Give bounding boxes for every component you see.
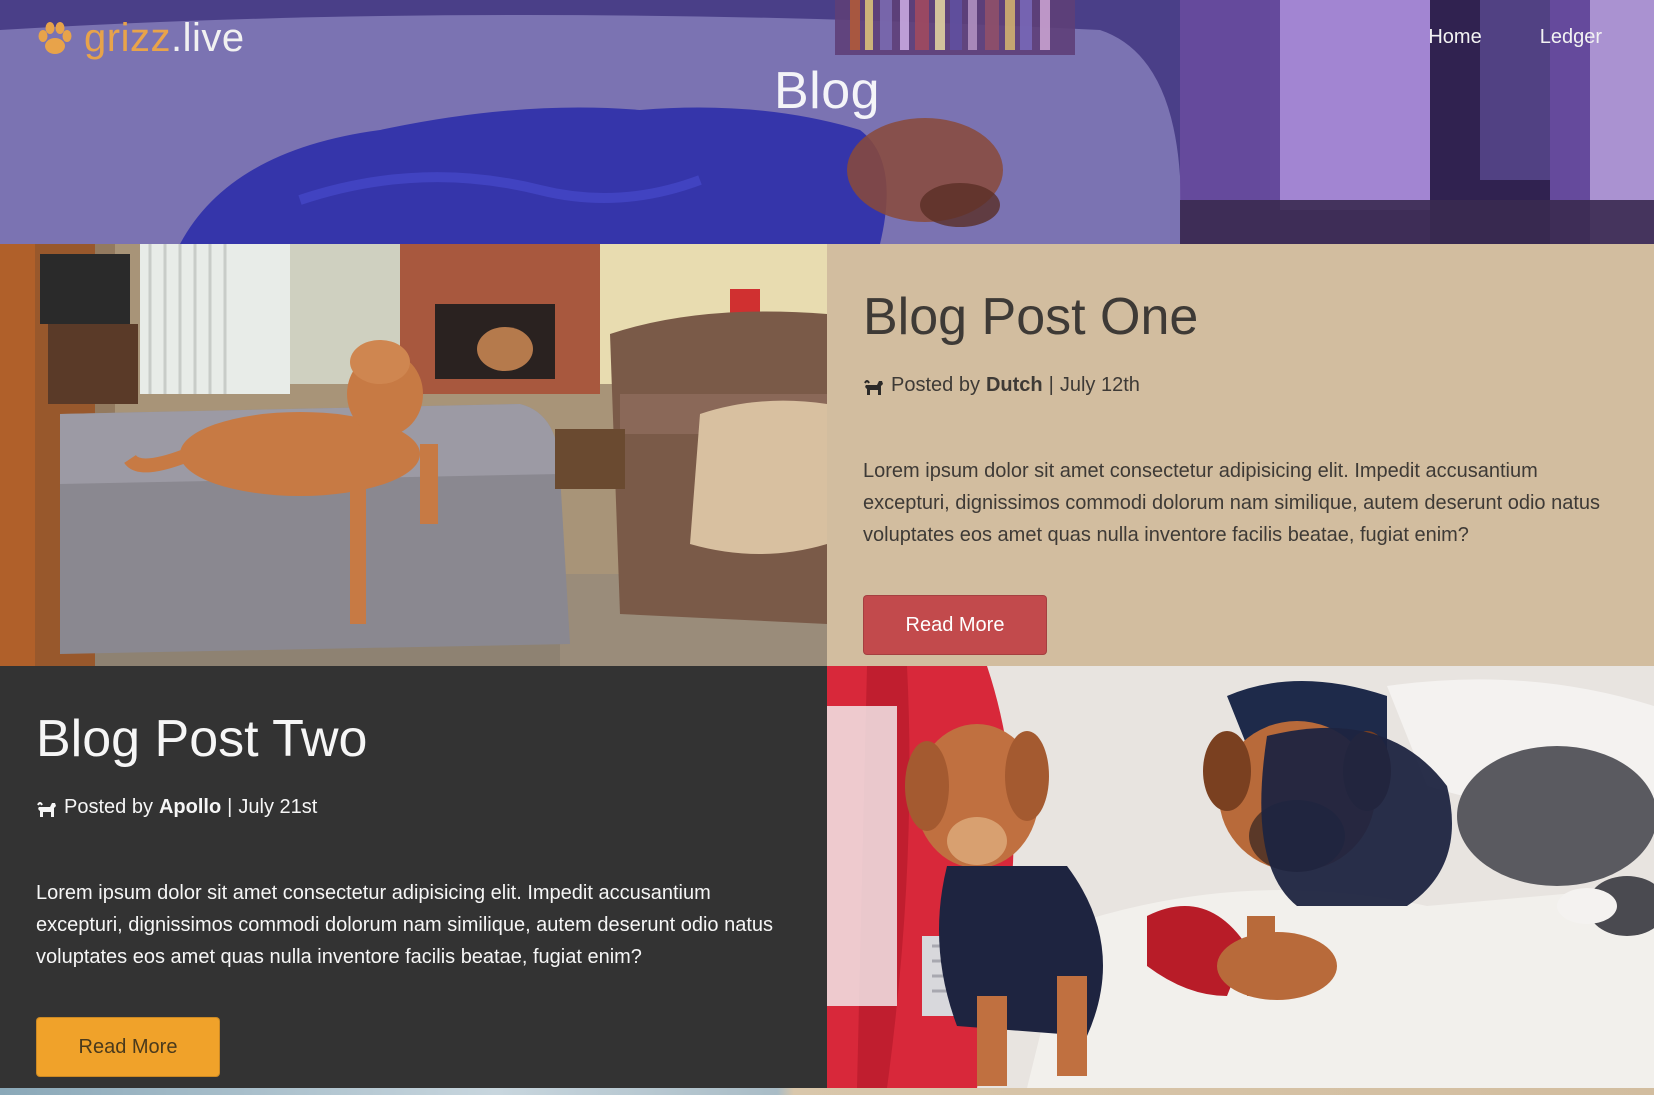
post-two-photo [827,666,1654,1088]
page-title: Blog [773,61,881,120]
post-row-2: Blog Post Two Posted by Apollo | July 21… [0,666,1654,1088]
read-more-button[interactable]: Read More [863,595,1047,656]
post-two-panel: Blog Post Two Posted by Apollo | July 21… [0,666,827,1088]
next-row-edge [0,1088,1654,1095]
meta-separator: | [1048,374,1054,397]
post-title: Blog Post Two [36,710,368,768]
post-meta: Posted by Apollo | July 21st [36,796,791,819]
dog-icon [864,379,883,395]
post-title: Blog Post One [863,288,1199,346]
post-row-1: Blog Post One Posted by Dutch | July 12t… [0,244,1654,666]
post-date: July 21st [238,796,318,819]
post-excerpt: Lorem ipsum dolor sit amet consectetur a… [863,460,1601,547]
brand-tld: .live [170,16,245,60]
post-author: Apollo [158,796,222,819]
brand-name: grizz [84,16,171,60]
meta-prefix: Posted by [64,796,153,819]
read-more-button[interactable]: Read More [36,1017,220,1078]
hero-banner: grizz.live Blog Home Ledger [0,0,1654,244]
brand-logo[interactable]: grizz.live [34,16,245,61]
main-nav: Home Ledger [1428,26,1602,49]
meta-prefix: Posted by [891,374,980,397]
dog-icon [37,801,56,817]
paw-icon [38,21,72,54]
post-excerpt: Lorem ipsum dolor sit amet consectetur a… [36,882,774,969]
post-date: July 12th [1059,374,1140,397]
hero-background-photo [0,0,1654,244]
post-one-panel: Blog Post One Posted by Dutch | July 12t… [827,244,1654,666]
post-author: Dutch [985,374,1043,397]
post-one-photo [0,244,827,666]
post-meta: Posted by Dutch | July 12th [863,374,1618,397]
nav-home-link[interactable]: Home [1428,26,1481,49]
nav-ledger-link[interactable]: Ledger [1540,26,1602,49]
meta-separator: | [227,796,233,819]
